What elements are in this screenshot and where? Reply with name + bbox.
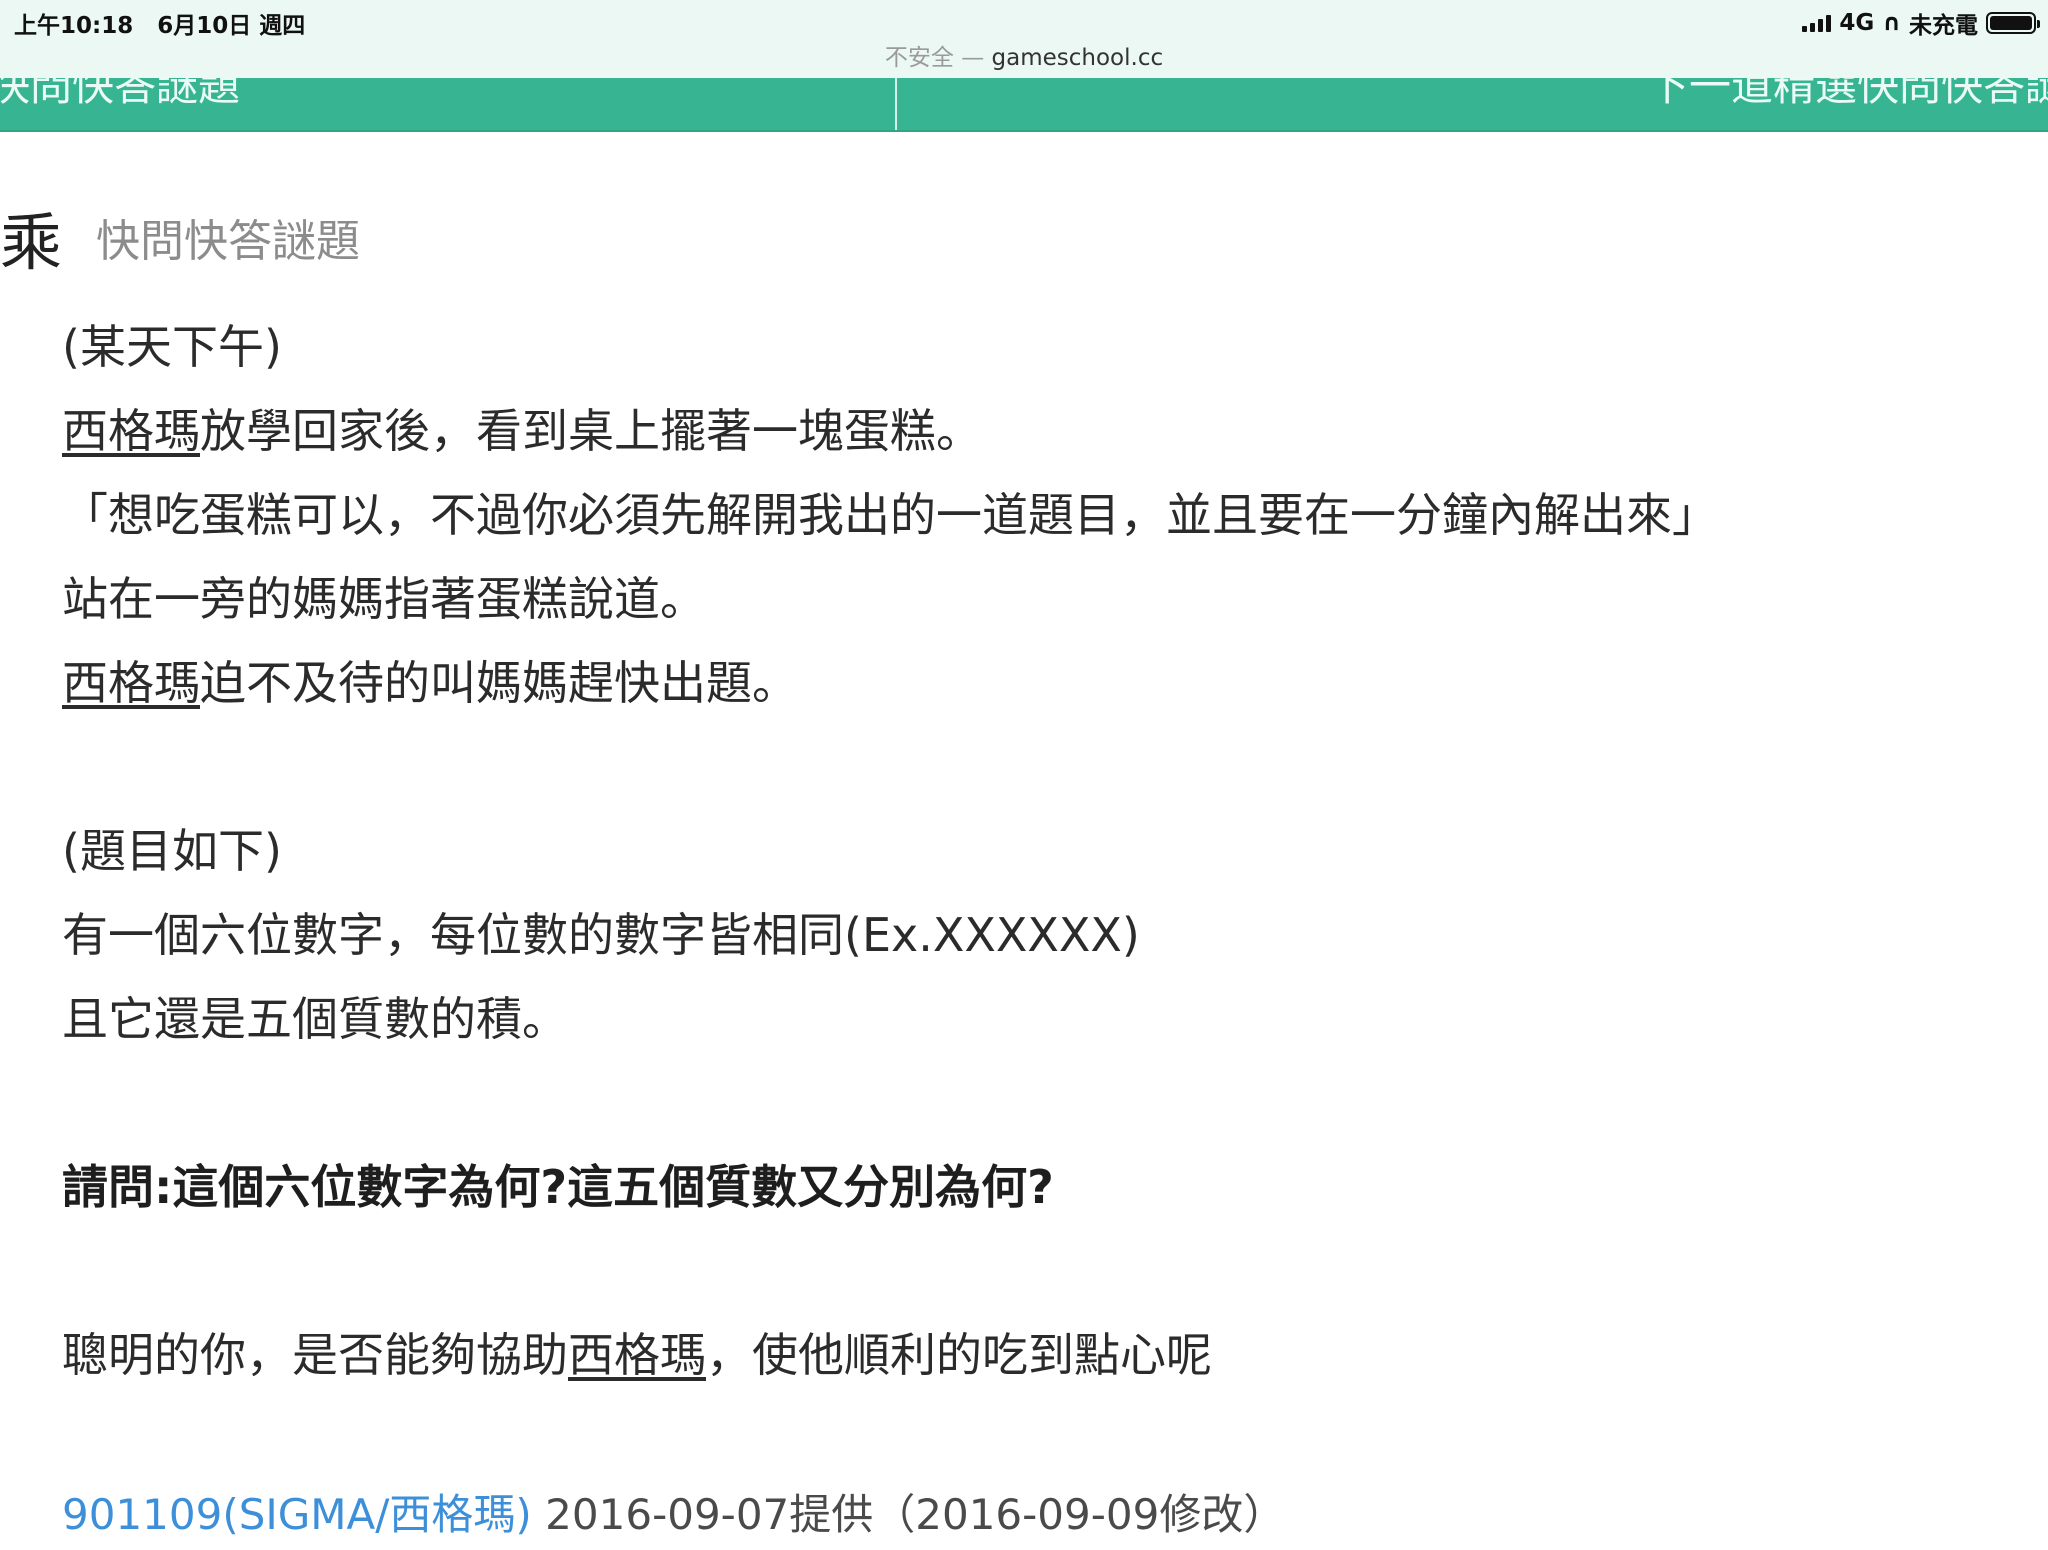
author-link[interactable]: 901109(SIGMA/西格瑪) xyxy=(62,1490,532,1539)
closing-line: 聰明的你，是否能夠協助西格瑪，使他順利的吃到點心呢 xyxy=(62,1313,2002,1397)
nav-bar: 快問快答謎題 下一道精選快問快答謎 xyxy=(0,78,2048,132)
question-text: 請問:這個六位數字為何?這五個質數又分別為何? xyxy=(62,1160,1054,1214)
next-puzzle-label: 下一道精選快問快答謎 xyxy=(1647,78,2048,110)
puzzle-footer: 901109(SIGMA/西格瑪) 2016-09-07提供（2016-09-0… xyxy=(62,1480,1285,1550)
network-type: 4G xyxy=(1839,10,1875,36)
page-title: 乘 xyxy=(0,206,63,279)
status-indicators: 4G ∩ 未充電 xyxy=(1802,6,2040,40)
author-name-link[interactable]: 西格瑪 xyxy=(62,656,200,710)
signal-icon xyxy=(1802,14,1832,32)
story-line: 西格瑪迫不及待的叫媽媽趕快出題。 xyxy=(62,641,2002,725)
author-name-link[interactable]: 西格瑪 xyxy=(568,1328,706,1382)
story-line: 「想吃蛋糕可以，不過你必須先解開我出的一道題目，並且要在一分鐘內解出來」 xyxy=(62,488,1718,542)
next-puzzle-link[interactable]: 下一道精選快問快答謎 xyxy=(897,78,2048,130)
story-line: (題目如下) xyxy=(62,824,282,878)
status-date: 6月10日 週四 xyxy=(157,13,306,39)
story-line: 西格瑪放學回家後，看到桌上擺著一塊蛋糕。 xyxy=(62,389,2002,473)
address-bar[interactable]: 不安全 — gameschool.cc xyxy=(0,38,2048,72)
category-link[interactable]: 快問快答謎題 xyxy=(96,216,360,267)
insecure-label: 不安全 — xyxy=(884,45,985,71)
battery-icon xyxy=(1986,12,2040,34)
status-time: 上午10:18 xyxy=(14,13,134,39)
story-text: 聰明的你，是否能夠協助 xyxy=(62,1328,568,1382)
author-name-link[interactable]: 西格瑪 xyxy=(62,404,200,458)
post-meta: 2016-09-07提供（2016-09-09修改） xyxy=(531,1490,1286,1539)
prev-puzzle-link[interactable]: 快問快答謎題 xyxy=(0,78,897,130)
puzzle-content: (某天下午) 西格瑪放學回家後，看到桌上擺著一塊蛋糕。 「想吃蛋糕可以，不過你必… xyxy=(62,305,2002,1397)
story-line: 站在一旁的媽媽指著蛋糕說道。 xyxy=(62,572,706,626)
url-domain: gameschool.cc xyxy=(991,45,1164,71)
story-line: 有一個六位數字，每位數的數字皆相同(Ex.XXXXXX) xyxy=(62,908,1140,962)
status-time-date: 上午10:18 6月10日 週四 xyxy=(14,6,305,40)
status-bar: 上午10:18 6月10日 週四 4G ∩ 未充電 不安全 — gamescho… xyxy=(0,0,2048,78)
page-heading: 乘快問快答謎題 xyxy=(0,192,360,282)
story-text: 放學回家後，看到桌上擺著一塊蛋糕。 xyxy=(200,404,982,458)
story-text: ，使他順利的吃到點心呢 xyxy=(706,1328,1212,1382)
headphones-icon: ∩ xyxy=(1882,10,1901,36)
story-text: 迫不及待的叫媽媽趕快出題。 xyxy=(200,656,798,710)
story-line: (某天下午) xyxy=(62,320,282,374)
prev-puzzle-label: 快問快答謎題 xyxy=(0,78,241,110)
story-line: 且它還是五個質數的積。 xyxy=(62,992,568,1046)
charging-status: 未充電 xyxy=(1909,13,1978,39)
